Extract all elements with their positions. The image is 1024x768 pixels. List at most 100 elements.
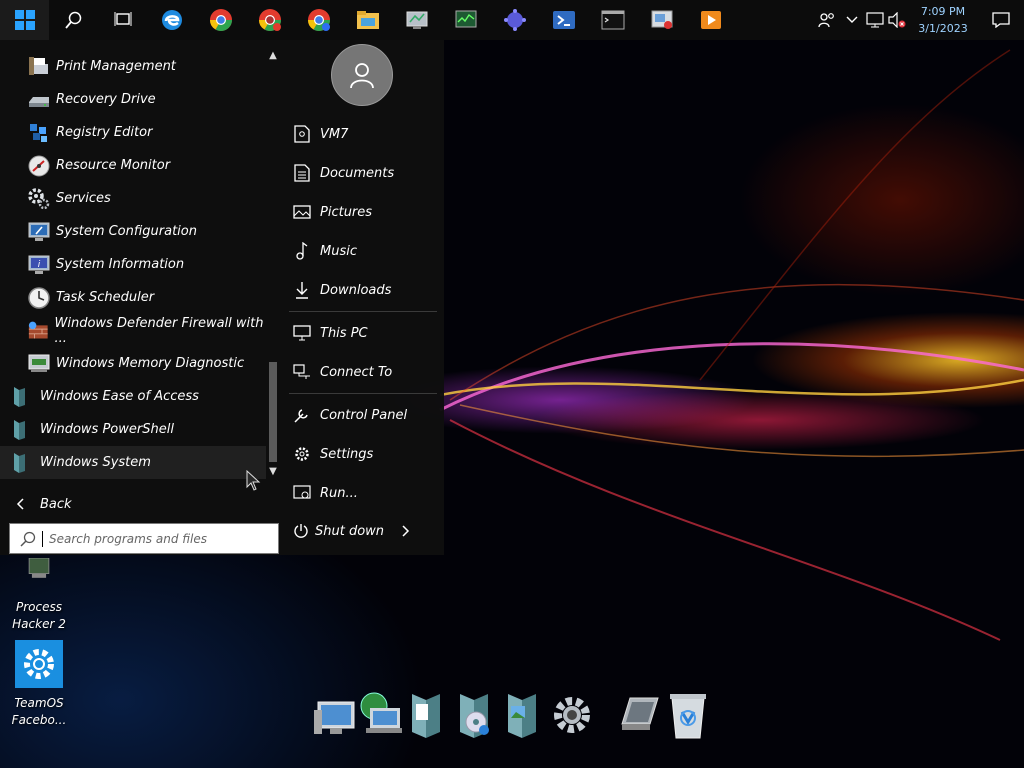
places-pane: VM7 Documents Pictures Music Downloads T… — [281, 40, 444, 555]
scroll-down-arrow-icon[interactable]: ▼ — [267, 466, 279, 478]
search-input[interactable] — [49, 531, 249, 546]
file-explorer-button[interactable] — [343, 0, 392, 40]
separator — [289, 311, 437, 312]
folder-windows-ease-of-access[interactable]: Windows Ease of Access — [0, 380, 266, 413]
program-print-management[interactable]: Print Management — [0, 50, 266, 83]
places-run[interactable]: Run... — [286, 476, 436, 510]
print-management-icon — [29, 56, 48, 75]
media-folder-icon[interactable] — [452, 688, 500, 742]
program-system-configuration[interactable]: System Configuration — [0, 215, 266, 248]
program-windows-memory-diagnostic[interactable]: Windows Memory Diagnostic — [0, 347, 266, 380]
places-pictures[interactable]: Pictures — [286, 195, 436, 229]
action-center-button[interactable] — [978, 0, 1024, 40]
desktop-icon-teamos-facebook[interactable]: TeamOS Facebo... — [0, 640, 78, 729]
services-icon — [28, 187, 50, 209]
back-button[interactable]: Back — [0, 490, 266, 518]
program-label: Windows PowerShell — [40, 422, 174, 437]
task-scheduler-icon — [28, 286, 50, 309]
recovery-drive-icon — [29, 96, 49, 107]
command-prompt-icon — [601, 10, 624, 30]
picture-icon — [293, 205, 311, 219]
recycle-bin-icon[interactable] — [664, 688, 712, 742]
start-button[interactable] — [0, 0, 49, 40]
desktop-icon-process-hacker[interactable]: Process Hacker 2 — [0, 557, 78, 633]
mouse-cursor-icon — [246, 470, 261, 491]
user-avatar[interactable] — [331, 44, 393, 106]
user-icon — [350, 63, 374, 89]
folder-windows-system[interactable]: Windows System — [0, 446, 266, 491]
search-box[interactable] — [9, 523, 279, 554]
places-downloads-label: Downloads — [320, 282, 392, 298]
task-view-button[interactable] — [98, 0, 147, 40]
program-task-scheduler[interactable]: Task Scheduler — [0, 281, 266, 314]
program-recovery-drive[interactable]: Recovery Drive — [0, 83, 266, 116]
places-control-panel-label: Control Panel — [320, 407, 408, 423]
network-icon[interactable] — [356, 688, 404, 742]
places-connect-to-label: Connect To — [320, 364, 393, 380]
program-label: System Configuration — [56, 224, 197, 239]
edge-button[interactable] — [147, 0, 196, 40]
chrome-button-1[interactable] — [196, 0, 245, 40]
power-icon — [294, 524, 308, 538]
settings-gear-icon — [15, 640, 63, 688]
network-status-button[interactable] — [864, 0, 886, 40]
process-hacker-icon — [28, 557, 50, 578]
chrome-button-3[interactable] — [294, 0, 343, 40]
system-tray: 7:09 PM 3/1/2023 — [814, 0, 1024, 40]
places-connect-to[interactable]: Connect To — [286, 355, 436, 389]
music-icon — [296, 242, 308, 260]
people-button[interactable] — [814, 0, 840, 40]
places-control-panel[interactable]: Control Panel — [286, 398, 436, 432]
clock[interactable]: 7:09 PM 3/1/2023 — [908, 3, 978, 37]
program-label: Registry Editor — [56, 125, 153, 140]
program-label: Recovery Drive — [56, 92, 156, 107]
network-globe-button[interactable] — [490, 0, 539, 40]
dock — [308, 688, 718, 744]
folder-windows-powershell[interactable]: Windows PowerShell — [0, 413, 266, 446]
system-info-icon[interactable] — [616, 688, 664, 742]
places-music[interactable]: Music — [286, 234, 436, 268]
remote-desktop-button[interactable] — [637, 0, 686, 40]
file-explorer-icon — [356, 11, 379, 29]
scroll-thumb[interactable] — [269, 362, 277, 462]
settings-gear-icon[interactable] — [548, 688, 596, 742]
powershell-button[interactable] — [539, 0, 588, 40]
places-this-pc-label: This PC — [320, 325, 368, 341]
start-menu: Print Management Recovery Drive Registry… — [0, 40, 444, 555]
program-windows-defender-firewall[interactable]: Windows Defender Firewall with ... — [0, 314, 266, 347]
scroll-up-arrow-icon[interactable]: ▲ — [267, 50, 279, 62]
run-icon — [293, 485, 311, 499]
program-services[interactable]: Services — [0, 182, 266, 215]
places-documents[interactable]: Documents — [286, 156, 436, 190]
documents-folder-icon[interactable] — [404, 688, 452, 742]
program-resource-monitor[interactable]: Resource Monitor — [0, 149, 266, 182]
pictures-folder-icon[interactable] — [500, 688, 548, 742]
places-user[interactable]: VM7 — [286, 117, 436, 151]
places-downloads[interactable]: Downloads — [286, 273, 436, 307]
search-button[interactable] — [49, 0, 98, 40]
chevron-right-icon[interactable] — [402, 525, 410, 537]
media-player-button[interactable] — [686, 0, 735, 40]
task-manager-button[interactable] — [441, 0, 490, 40]
places-run-label: Run... — [320, 485, 358, 501]
notification-icon — [992, 12, 1010, 28]
program-label: Windows Memory Diagnostic — [56, 356, 245, 371]
program-registry-editor[interactable]: Registry Editor — [0, 116, 266, 149]
program-list-scrollbar[interactable]: ▲ ▼ — [266, 50, 280, 480]
chevron-left-icon — [16, 498, 24, 510]
volume-button[interactable] — [886, 0, 908, 40]
shutdown-button[interactable]: Shut down — [293, 523, 410, 539]
chrome-button-2[interactable] — [245, 0, 294, 40]
command-prompt-button[interactable] — [588, 0, 637, 40]
program-label: System Information — [56, 257, 185, 272]
places-this-pc[interactable]: This PC — [286, 316, 436, 350]
program-system-information[interactable]: i System Information — [0, 248, 266, 281]
places-settings[interactable]: Settings — [286, 437, 436, 471]
clock-date: 3/1/2023 — [918, 22, 968, 35]
places-pictures-label: Pictures — [320, 204, 373, 220]
show-hidden-icons-button[interactable] — [840, 0, 864, 40]
registry-editor-icon — [30, 123, 47, 142]
system-information-icon: i — [28, 255, 50, 274]
network-monitor-button[interactable] — [392, 0, 441, 40]
computer-icon[interactable] — [312, 688, 360, 742]
